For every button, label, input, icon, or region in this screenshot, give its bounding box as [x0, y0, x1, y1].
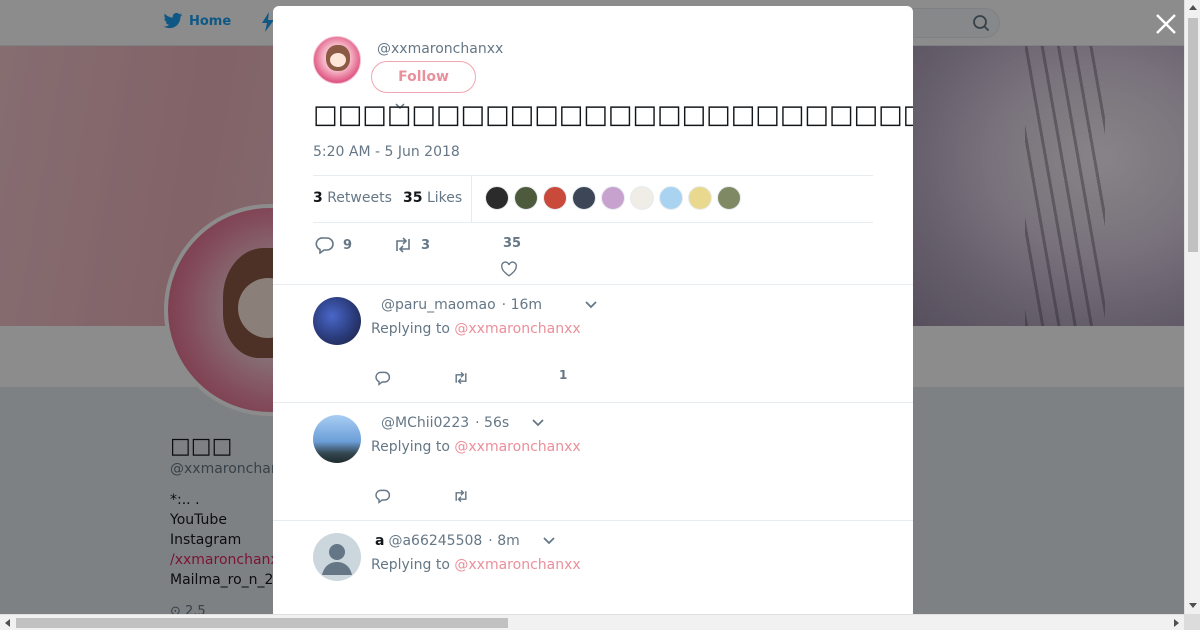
tweet-modal: @xxmaronchanxx Follow □□□□□□□□□□□□□□□□□□…: [273, 6, 913, 614]
close-icon[interactable]: [1154, 12, 1178, 36]
retweet-count: 3: [421, 237, 431, 253]
tweet-timestamp[interactable]: 5:20 AM - 5 Jun 2018: [313, 144, 460, 160]
vertical-scroll-thumb[interactable]: [1188, 18, 1198, 252]
reply-icon: [375, 371, 391, 386]
replying-to: Replying to @xxmaronchanxx: [371, 557, 581, 573]
reply-author-handle[interactable]: @a66245508: [388, 533, 482, 549]
liker-avatar[interactable]: [688, 186, 712, 210]
reply-header: a @a66245508 · 8m: [375, 533, 556, 549]
reply-time[interactable]: · 16m: [502, 297, 542, 313]
tweet-stats: 3 Retweets 35 Likes: [313, 175, 873, 223]
liker-avatar[interactable]: [572, 186, 596, 210]
reply-actions: 1: [371, 368, 771, 403]
reply-time[interactable]: · 8m: [488, 533, 519, 549]
reply-action[interactable]: [375, 488, 391, 504]
retweets-label: Retweets: [327, 190, 392, 206]
reply-action[interactable]: [375, 370, 391, 386]
liker-avatar[interactable]: [485, 186, 509, 210]
reply-author-handle[interactable]: @MChii0223: [381, 415, 469, 431]
like-count: 1: [559, 368, 568, 382]
retweet-icon: [455, 371, 467, 385]
liker-avatar[interactable]: [543, 186, 567, 210]
reply-count: 9: [343, 237, 353, 253]
default-avatar-icon: [322, 544, 352, 575]
replying-prefix: Replying to: [371, 557, 450, 573]
chevron-down-icon[interactable]: [531, 418, 545, 428]
follow-button[interactable]: Follow: [371, 61, 476, 93]
retweet-action[interactable]: 3: [393, 236, 430, 254]
retweet-action[interactable]: [453, 370, 469, 386]
chevron-down-icon[interactable]: [584, 300, 598, 310]
replying-to: Replying to @xxmaronchanxx: [371, 321, 581, 337]
like-count: 35: [503, 236, 522, 251]
reply-author-name[interactable]: a: [375, 533, 384, 549]
liker-avatar[interactable]: [717, 186, 741, 210]
liker-avatar[interactable]: [659, 186, 683, 210]
reply-icon: [315, 237, 334, 254]
liker-avatar[interactable]: [601, 186, 625, 210]
liker-avatar[interactable]: [630, 186, 654, 210]
reply-action[interactable]: 9: [315, 236, 352, 254]
retweets-stat[interactable]: 3 Retweets: [313, 190, 392, 206]
retweet-icon: [455, 489, 467, 503]
tweet-actions: 9 3 35: [313, 234, 873, 284]
reply-mention[interactable]: @xxmaronchanxx: [454, 439, 580, 455]
chevron-down-icon[interactable]: [542, 536, 556, 546]
likes-stat[interactable]: 35 Likes: [403, 190, 462, 206]
scroll-down-icon[interactable]: [1189, 603, 1197, 608]
reply-tweet[interactable]: @MChii0223 · 56s Replying to @xxmaroncha…: [273, 402, 913, 520]
heart-icon[interactable]: [500, 260, 518, 278]
scroll-right-icon[interactable]: [1174, 619, 1179, 627]
likes-count: 35: [403, 190, 423, 206]
reply-tweet[interactable]: @paru_maomao · 16m Replying to @xxmaronc…: [273, 284, 913, 402]
vertical-scrollbar[interactable]: [1184, 0, 1200, 614]
reply-avatar[interactable]: [313, 415, 361, 463]
scroll-up-icon[interactable]: [1189, 5, 1197, 10]
replying-to: Replying to @xxmaronchanxx: [371, 439, 581, 455]
retweets-count: 3: [313, 190, 323, 206]
liker-avatar[interactable]: [514, 186, 538, 210]
retweet-icon: [396, 237, 410, 253]
stats-divider: [471, 176, 472, 222]
reply-header: @paru_maomao · 16m: [375, 297, 598, 313]
replying-prefix: Replying to: [371, 439, 450, 455]
tweet-text: □□□□□□□□□□□□□□□□□□□□□□□□□□□□□□□□□□□□□□□□…: [313, 100, 913, 130]
reply-avatar[interactable]: [313, 297, 361, 345]
reply-tweet[interactable]: a @a66245508 · 8m Replying to @xxmaronch…: [273, 520, 913, 614]
reply-time[interactable]: · 56s: [475, 415, 509, 431]
liker-avatars: [485, 186, 741, 210]
horizontal-scrollbar[interactable]: [0, 614, 1184, 630]
reply-avatar[interactable]: [313, 533, 361, 581]
horizontal-scroll-thumb[interactable]: [16, 618, 508, 628]
retweet-action[interactable]: [453, 488, 469, 504]
reply-actions: [371, 488, 771, 521]
author-handle[interactable]: @xxmaronchanxx: [377, 41, 503, 57]
like-count-label: 35: [503, 236, 521, 251]
reply-mention[interactable]: @xxmaronchanxx: [454, 557, 580, 573]
scroll-left-icon[interactable]: [5, 619, 10, 627]
reply-header: @MChii0223 · 56s: [375, 415, 545, 431]
reply-mention[interactable]: @xxmaronchanxx: [454, 321, 580, 337]
reply-icon: [375, 489, 391, 504]
likes-label: Likes: [426, 190, 463, 206]
scrollbar-corner: [1184, 614, 1200, 630]
reply-author-handle[interactable]: @paru_maomao: [381, 297, 496, 313]
author-avatar[interactable]: [313, 36, 361, 84]
replying-prefix: Replying to: [371, 321, 450, 337]
